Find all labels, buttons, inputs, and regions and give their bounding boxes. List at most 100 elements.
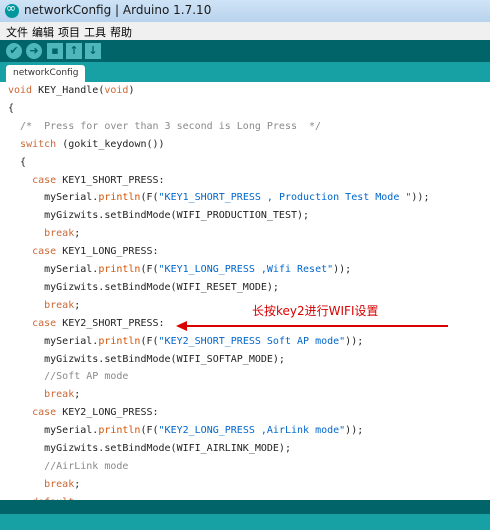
code-token: )); <box>411 192 430 204</box>
menu-help[interactable]: 帮助 <box>110 24 132 40</box>
code-line: switch (gokit_keydown()) <box>8 136 165 154</box>
code-line: /* Press for over than 3 second is Long … <box>8 118 321 136</box>
code-line: break; <box>8 225 80 243</box>
code-token: { <box>8 102 15 114</box>
save-icon[interactable]: ↓ <box>85 43 101 59</box>
menu-sketch[interactable]: 项目 <box>58 24 80 40</box>
code-token: println <box>98 335 141 347</box>
code-token: "KEY2_LONG_PRESS ,AirLink mode" <box>158 425 346 437</box>
code-token: switch <box>20 138 57 150</box>
code-line: break; <box>8 297 80 315</box>
annotation-label: 长按key2进行WIFI设置 <box>252 304 379 318</box>
code-token: ; <box>74 299 81 311</box>
code-line: myGizwits.setBindMode(WIFI_PRODUCTION_TE… <box>8 207 309 225</box>
menu-bar: 文件 编辑 项目 工具 帮助 <box>0 22 490 41</box>
code-token: mySerial. <box>8 264 99 275</box>
code-token: myGizwits.setBindMode(WIFI_SOFTAP_MODE); <box>8 353 285 365</box>
code-token: (F( <box>140 264 159 275</box>
code-token: { <box>8 156 27 168</box>
code-token: KEY1_LONG_PRESS: <box>56 246 159 258</box>
tab-networkconfig[interactable]: networkConfig <box>6 65 86 82</box>
code-token: )); <box>333 264 352 275</box>
code-line: case KEY1_LONG_PRESS: <box>8 243 159 261</box>
code-token: mySerial. <box>8 192 99 204</box>
code-line: //Soft AP mode <box>8 368 128 386</box>
menu-tools[interactable]: 工具 <box>84 24 106 40</box>
code-line: //AirLink mode <box>8 458 128 476</box>
tab-strip: networkConfig <box>0 62 490 82</box>
code-line: { <box>8 100 14 118</box>
code-line: case KEY2_LONG_PRESS: <box>8 404 159 422</box>
code-token: (F( <box>140 425 159 437</box>
code-token: (F( <box>140 192 159 204</box>
code-token: KEY1_SHORT_PRESS: <box>56 174 165 186</box>
code-token: myGizwits.setBindMode(WIFI_PRODUCTION_TE… <box>8 210 310 222</box>
code-line: myGizwits.setBindMode(WIFI_SOFTAP_MODE); <box>8 351 285 369</box>
code-line: myGizwits.setBindMode(WIFI_RESET_MODE); <box>8 279 279 297</box>
code-line: mySerial.println(F("KEY1_LONG_PRESS ,Wif… <box>8 261 351 279</box>
code-token: (F( <box>140 335 159 347</box>
code-token: void <box>104 85 129 96</box>
code-token: myGizwits.setBindMode(WIFI_AIRLINK_MODE)… <box>8 443 291 454</box>
code-token: println <box>98 425 141 437</box>
code-token: (gokit_keydown()) <box>56 138 165 150</box>
code-token: break <box>44 389 75 401</box>
menu-edit[interactable]: 编辑 <box>32 24 54 40</box>
code-token: //Soft AP mode <box>8 371 129 383</box>
annotation-arrow-line <box>186 325 448 327</box>
new-icon[interactable]: ▪ <box>47 43 63 59</box>
code-line: mySerial.println(F("KEY2_SHORT_PRESS Sof… <box>8 333 363 351</box>
code-token: mySerial. <box>8 335 99 347</box>
code-token: )); <box>345 335 364 347</box>
code-editor[interactable]: void KEY_Handle(void) { /* Press for over… <box>0 82 490 500</box>
code-line: mySerial.println(F("KEY2_LONG_PRESS ,Air… <box>8 422 363 440</box>
code-line: myGizwits.setBindMode(WIFI_AIRLINK_MODE)… <box>8 440 291 458</box>
console-bar <box>0 514 490 530</box>
arduino-logo-icon <box>5 1 19 18</box>
code-token: "KEY1_SHORT_PRESS , Production Test Mode… <box>158 192 412 204</box>
code-line: case KEY1_SHORT_PRESS: <box>8 172 165 190</box>
menu-file[interactable]: 文件 <box>6 24 28 40</box>
code-token: case <box>32 174 57 186</box>
code-token: case <box>32 246 57 258</box>
code-token: KEY_Handle( <box>32 85 105 96</box>
code-line: void KEY_Handle(void) <box>8 82 134 100</box>
code-token: break <box>44 478 75 490</box>
code-token: ) <box>128 85 135 96</box>
verify-icon[interactable]: ✔ <box>6 43 22 59</box>
code-token: "KEY2_SHORT_PRESS Soft AP mode" <box>158 335 346 347</box>
toolbar: ✔ ➜ ▪ ↑ ↓ <box>0 40 490 62</box>
code-token: myGizwits.setBindMode(WIFI_RESET_MODE); <box>8 281 279 293</box>
code-token: ; <box>74 228 81 240</box>
code-token: println <box>98 192 141 204</box>
code-token: KEY2_SHORT_PRESS: <box>56 317 165 329</box>
code-token: case <box>32 407 57 419</box>
code-token: /* Press for over than 3 second is Long … <box>8 120 322 132</box>
code-token: )); <box>345 425 364 437</box>
code-token: ; <box>74 478 81 490</box>
code-line: break; <box>8 386 80 404</box>
title-bar: networkConfig | Arduino 1.7.10 <box>0 0 490 23</box>
open-icon[interactable]: ↑ <box>66 43 82 59</box>
code-token: ; <box>74 389 81 401</box>
code-line: { <box>8 154 26 172</box>
code-token: "KEY1_LONG_PRESS ,Wifi Reset" <box>158 264 334 275</box>
code-line: case KEY2_SHORT_PRESS: <box>8 315 165 333</box>
code-token: break <box>44 228 75 240</box>
code-token: break <box>44 299 75 311</box>
code-token: //AirLink mode <box>8 460 129 472</box>
code-token: mySerial. <box>8 425 99 437</box>
code-token: case <box>32 317 57 329</box>
code-line: break; <box>8 476 80 494</box>
code-line: mySerial.println(F("KEY1_SHORT_PRESS , P… <box>8 189 429 207</box>
code-token: KEY2_LONG_PRESS: <box>56 407 159 419</box>
upload-icon[interactable]: ➜ <box>26 43 42 59</box>
code-token: println <box>98 264 141 275</box>
